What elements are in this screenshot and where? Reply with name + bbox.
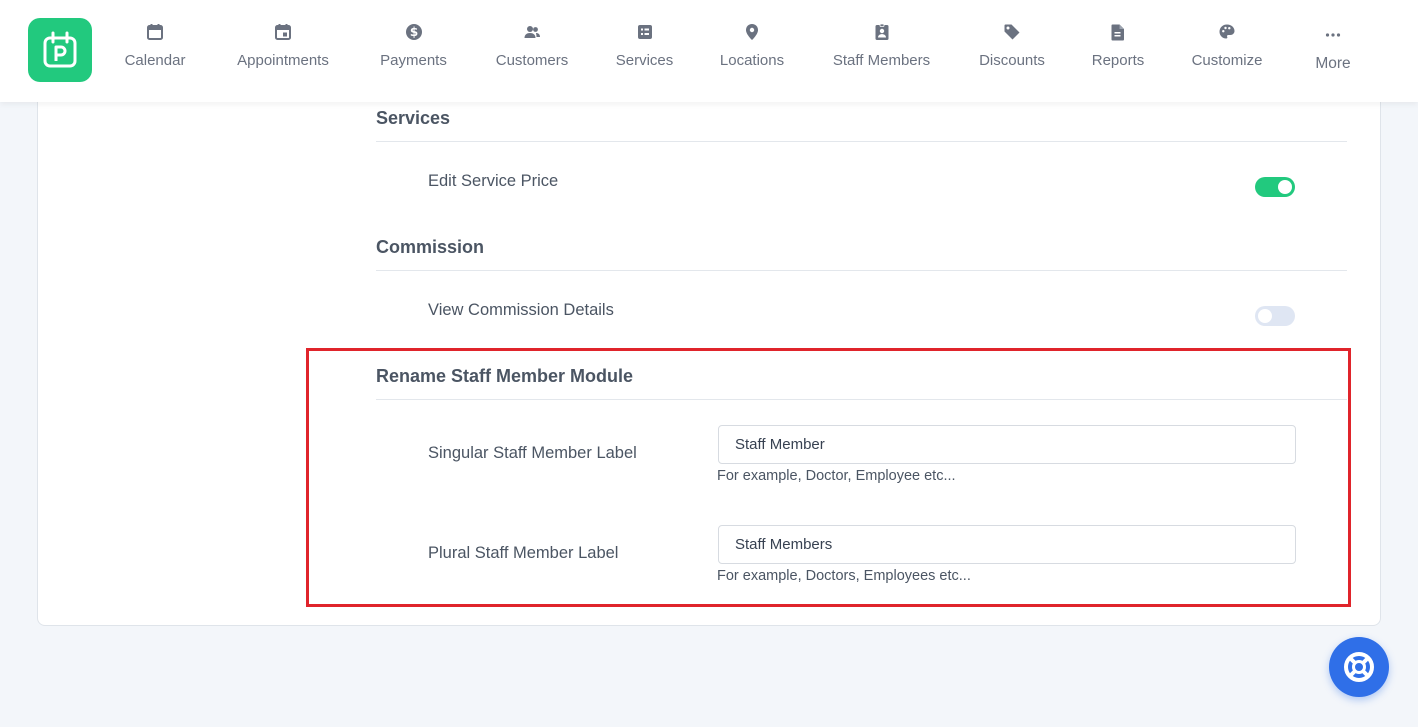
help-button[interactable] — [1329, 637, 1389, 697]
nav-services[interactable]: Services — [615, 20, 674, 80]
nav-customers[interactable]: Customers — [493, 20, 571, 80]
section-title-services: Services — [376, 108, 451, 128]
nav-label-discounts: Discounts — [979, 52, 1045, 69]
tag-icon — [1004, 24, 1020, 40]
section-divider — [376, 141, 1347, 142]
singular-help-text: For example, Doctor, Employee etc... — [717, 468, 956, 484]
toggle-knob — [1278, 180, 1292, 194]
nav-more[interactable]: More — [1313, 20, 1353, 80]
nav-label-customers: Customers — [495, 52, 569, 69]
nav-label-staff-members: Staff Members — [832, 52, 931, 69]
nav-label-locations: Locations — [719, 52, 785, 69]
lifebuoy-icon — [1344, 652, 1374, 682]
view-commission-details-toggle[interactable] — [1255, 306, 1295, 326]
view-commission-details-label: View Commission Details — [428, 301, 614, 319]
plural-label: Plural Staff Member Label — [428, 544, 619, 562]
report-file-icon — [1111, 24, 1124, 41]
nav-label-calendar: Calendar — [124, 52, 186, 69]
calendar-icon — [147, 24, 163, 40]
section-title-rename-staff: Rename Staff Member Module — [376, 366, 634, 386]
plural-staff-label-input[interactable] — [718, 525, 1296, 564]
nav-payments[interactable]: $ Payments — [378, 20, 449, 80]
dollar-circle-icon: $ — [405, 24, 422, 40]
plural-help-text: For example, Doctors, Employees etc... — [717, 568, 971, 584]
nav-label-reports: Reports — [1091, 52, 1145, 69]
services-list-icon — [637, 25, 652, 39]
top-navigation: Calendar Appointments $ Payments Custome… — [0, 0, 1418, 102]
app-logo[interactable] — [28, 18, 92, 82]
section-title-commission: Commission — [376, 237, 485, 257]
nav-label-more: More — [1315, 55, 1351, 72]
nav-discounts[interactable]: Discounts — [977, 20, 1047, 80]
palette-icon — [1219, 24, 1235, 39]
section-divider — [376, 399, 1347, 400]
nav-label-services: Services — [615, 52, 674, 69]
singular-label: Singular Staff Member Label — [428, 444, 637, 462]
nav-customize[interactable]: Customize — [1189, 20, 1265, 80]
location-pin-icon — [746, 24, 758, 40]
singular-staff-label-input[interactable] — [718, 425, 1296, 464]
section-divider — [376, 270, 1347, 271]
nav-label-payments: Payments — [380, 52, 447, 69]
appointment-calendar-icon — [275, 24, 291, 40]
toggle-knob — [1258, 309, 1272, 323]
nav-staff-members[interactable]: Staff Members — [830, 20, 933, 80]
more-dots-icon — [1325, 33, 1341, 37]
logo-icon — [43, 31, 77, 68]
staff-badge-icon — [875, 23, 888, 40]
nav-reports[interactable]: Reports — [1091, 20, 1145, 80]
edit-service-price-label: Edit Service Price — [428, 172, 559, 190]
svg-text:$: $ — [409, 25, 417, 39]
nav-label-appointments: Appointments — [237, 52, 329, 69]
people-icon — [524, 26, 540, 38]
nav-locations[interactable]: Locations — [718, 20, 786, 80]
nav-label-customize: Customize — [1191, 52, 1263, 69]
nav-appointments[interactable]: Appointments — [233, 20, 333, 80]
nav-calendar[interactable]: Calendar — [122, 20, 188, 80]
edit-service-price-toggle[interactable] — [1255, 177, 1295, 197]
